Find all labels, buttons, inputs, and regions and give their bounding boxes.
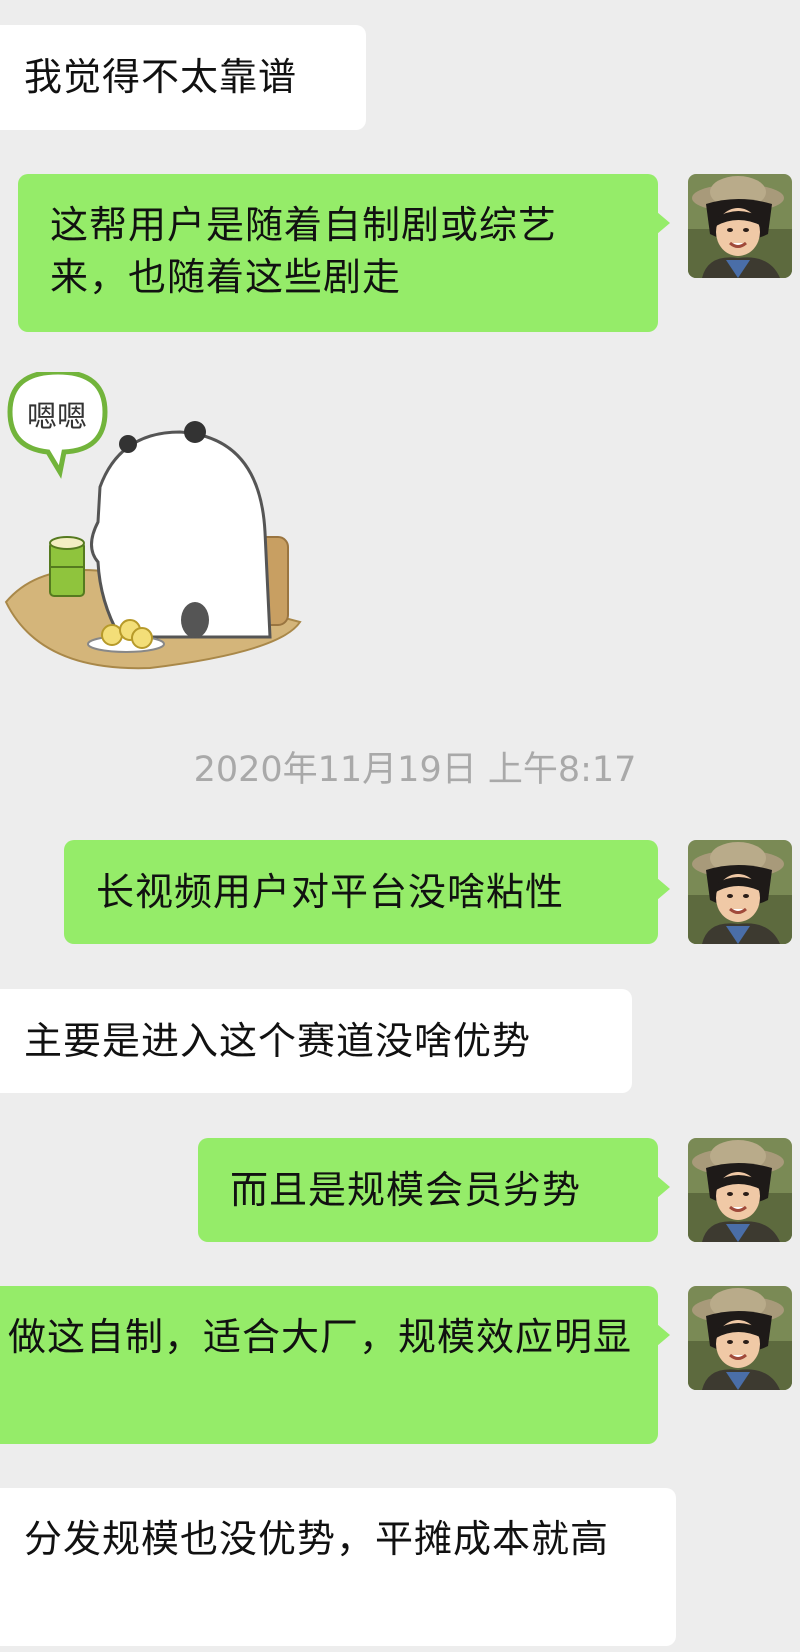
avatar-photo-icon bbox=[688, 174, 792, 278]
avatar[interactable] bbox=[688, 1138, 792, 1242]
message-text: 这帮用户是随着自制剧或综艺来，也随着这些剧走 bbox=[50, 203, 558, 299]
message-text: 而且是规模会员劣势 bbox=[230, 1168, 582, 1212]
message-bubble-outgoing[interactable]: 这帮用户是随着自制剧或综艺来，也随着这些剧走 bbox=[18, 174, 670, 332]
avatar-photo-icon bbox=[688, 840, 792, 944]
panda-sticker-icon: 嗯嗯 bbox=[4, 369, 302, 670]
message-bubble-outgoing[interactable]: 长视频用户对平台没啥粘性 bbox=[64, 840, 670, 944]
avatar[interactable] bbox=[688, 174, 792, 278]
message-text: 主要是进入这个赛道没啥优势 bbox=[24, 1019, 532, 1063]
message-bubble-outgoing[interactable]: 做这自制，适合大厂，规模效应明显 bbox=[0, 1286, 670, 1444]
avatar[interactable] bbox=[688, 840, 792, 944]
avatar[interactable] bbox=[688, 1286, 792, 1390]
message-text: 做这自制，适合大厂，规模效应明显 bbox=[8, 1315, 633, 1359]
message-bubble-incoming[interactable]: 我觉得不太靠谱 bbox=[0, 25, 366, 130]
message-bubble-incoming[interactable]: 分发规模也没优势，平摊成本就高 bbox=[0, 1488, 676, 1646]
timestamp: 2020年11月19日 上午8:17 bbox=[193, 750, 637, 790]
message-bubble-outgoing[interactable]: 而且是规模会员劣势 bbox=[198, 1138, 670, 1242]
message-text: 长视频用户对平台没啥粘性 bbox=[96, 870, 565, 914]
sticker-text: 嗯嗯 bbox=[27, 400, 87, 435]
panda-sticker[interactable]: 嗯嗯 bbox=[0, 369, 310, 682]
avatar-photo-icon bbox=[688, 1138, 792, 1242]
avatar-photo-icon bbox=[688, 1286, 792, 1390]
message-bubble-incoming[interactable]: 主要是进入这个赛道没啥优势 bbox=[0, 989, 632, 1093]
message-text: 我觉得不太靠谱 bbox=[24, 55, 298, 99]
message-text: 分发规模也没优势，平摊成本就高 bbox=[24, 1517, 610, 1561]
